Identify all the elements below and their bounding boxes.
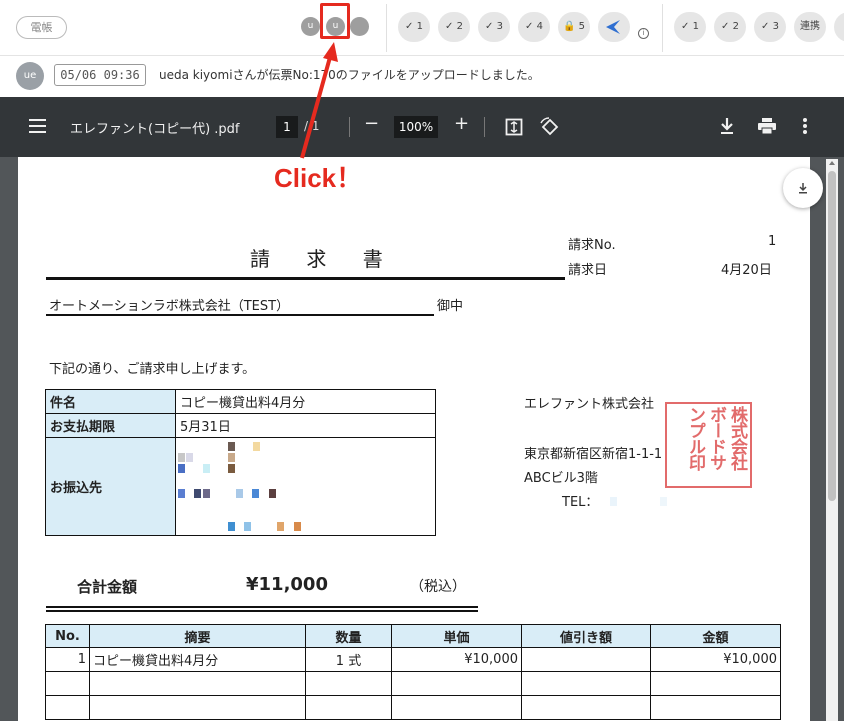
invoice-no-label: 請求No. xyxy=(568,238,616,253)
complete-chip[interactable]: 完 xyxy=(834,12,844,42)
print-icon[interactable] xyxy=(757,118,777,138)
denpyo-badge[interactable]: 電帳 xyxy=(16,16,67,39)
invoice-title: 請 求 書 xyxy=(250,247,398,271)
highlight-box xyxy=(320,3,350,39)
pdf-toolbar: エレファント(コピー代) .pdf 1 / 1 − 100% + xyxy=(0,97,844,157)
divider xyxy=(386,4,387,52)
user-avatar[interactable]: u xyxy=(301,17,320,36)
bank-value-redacted xyxy=(175,437,436,536)
approval-step-1[interactable]: ✓ 1 xyxy=(398,12,430,42)
col-description: 摘要 xyxy=(89,624,306,648)
total-label: 合計金額 xyxy=(77,578,138,596)
divider xyxy=(46,277,565,280)
approval-step-3[interactable]: ✓ 3 xyxy=(754,12,786,42)
approval-step-5-locked[interactable]: 🔒 5 xyxy=(558,12,590,42)
col-unit-price: 単価 xyxy=(391,624,522,648)
subject-value: コピー機貸出料4月分 xyxy=(175,389,436,414)
divider xyxy=(46,606,478,612)
click-annotation: Click！ xyxy=(274,163,363,193)
avatar: ue xyxy=(16,62,44,90)
integration-chip[interactable]: 連携 xyxy=(794,12,826,42)
download-icon[interactable] xyxy=(719,117,735,139)
rotate-icon[interactable] xyxy=(540,117,560,141)
zoom-in-icon[interactable]: + xyxy=(454,113,469,134)
timestamp: 05/06 09:36 xyxy=(54,64,146,86)
divider xyxy=(662,4,663,52)
bank-label: お振込先 xyxy=(45,437,176,536)
pdf-filename: エレファント(コピー代) .pdf xyxy=(70,122,240,137)
invoice-info-table: 件名 コピー機貸出料4月分 お支払期限 5月31日 お振込先 xyxy=(45,389,436,536)
line-items-table: No. 摘要 数量 単価 値引き額 金額 1 コピー機貸出料4月分 1 式 ¥1… xyxy=(45,624,781,720)
col-discount: 値引き額 xyxy=(521,624,651,648)
subject-label: 件名 xyxy=(45,389,176,414)
total-value: ¥11,000 xyxy=(246,574,328,595)
approval-step-2[interactable]: ✓ 2 xyxy=(714,12,746,42)
col-amount: 金額 xyxy=(650,624,781,648)
info-icon[interactable]: i xyxy=(638,28,649,39)
issuer-building: ABCビル3階 xyxy=(524,471,598,486)
table-row: 1 コピー機貸出料4月分 1 式 ¥10,000 ¥10,000 xyxy=(45,647,781,672)
tel-label: TEL： xyxy=(562,495,599,510)
approval-step-2[interactable]: ✓ 2 xyxy=(438,12,470,42)
arrow-icon xyxy=(300,42,338,159)
approval-step-3[interactable]: ✓ 3 xyxy=(478,12,510,42)
zoom-input[interactable]: 100% xyxy=(394,116,438,138)
user-avatar[interactable] xyxy=(350,17,369,36)
item-quantity: 1 式 xyxy=(305,647,392,672)
issuer-address: 東京都新宿区新宿1-1-1 xyxy=(524,447,663,462)
divider xyxy=(46,314,434,316)
honorific: 御中 xyxy=(437,299,464,314)
scrollbar[interactable] xyxy=(826,159,838,721)
menu-icon[interactable] xyxy=(29,119,46,133)
table-row xyxy=(45,695,781,720)
item-discount xyxy=(521,647,651,672)
status-bar: 電帳 u u ✓ 1 ✓ 2 ✓ 3 ✓ 4 🔒 5 i ✓ 1 ✓ 2 ✓ 3… xyxy=(0,0,844,56)
approval-step-4[interactable]: ✓ 4 xyxy=(518,12,550,42)
customer-name: オートメーションラボ株式会社（TEST） xyxy=(49,299,290,314)
issuer-company: エレファント株式会社 xyxy=(524,397,655,412)
zoom-out-icon[interactable]: − xyxy=(364,113,379,134)
approval-step-1[interactable]: ✓ 1 xyxy=(674,12,706,42)
kintone-icon[interactable] xyxy=(598,12,630,42)
item-amount: ¥10,000 xyxy=(650,647,781,672)
invoice-no-value: 1 xyxy=(768,234,777,249)
invoice-date-value: 4月20日 xyxy=(721,263,772,278)
download-fab-icon[interactable] xyxy=(783,168,823,208)
tax-note: （税込） xyxy=(410,579,466,595)
due-date-value: 5月31日 xyxy=(175,413,436,438)
col-no: No. xyxy=(45,624,90,648)
table-row xyxy=(45,671,781,696)
divider xyxy=(484,117,485,137)
item-no: 1 xyxy=(45,647,90,672)
fit-page-icon[interactable] xyxy=(505,118,523,140)
invoice-date-label: 請求日 xyxy=(568,263,608,278)
due-date-label: お支払期限 xyxy=(45,413,176,438)
more-options-icon[interactable] xyxy=(803,117,807,139)
intro-text: 下記の通り、ご請求申し上げます。 xyxy=(49,362,256,377)
company-seal: 株式会社ボードサンプル印 xyxy=(665,402,752,488)
col-quantity: 数量 xyxy=(305,624,392,648)
item-description: コピー機貸出料4月分 xyxy=(89,647,306,672)
item-unit-price: ¥10,000 xyxy=(391,647,522,672)
